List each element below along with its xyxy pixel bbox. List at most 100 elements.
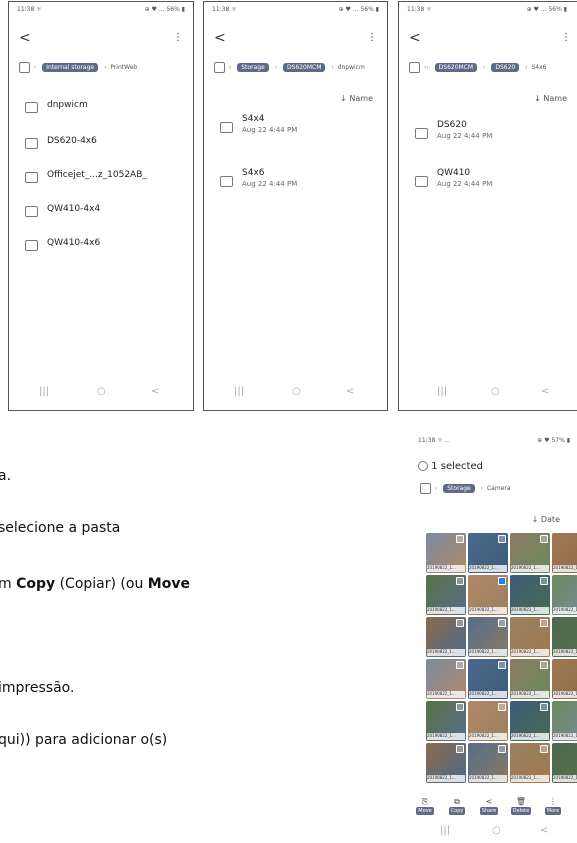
phone-screen-1: 11:38 ☼ ⊕ ♥ ... 56% ▮ < ⋮ › Internal sto… bbox=[8, 1, 194, 411]
photo-thumbnail[interactable]: 20190822_1... bbox=[552, 617, 577, 657]
photo-caption: 20190822_1... bbox=[553, 565, 577, 572]
photo-thumbnail[interactable]: 20190822_1... bbox=[552, 701, 577, 741]
folder-name: QW410 bbox=[437, 168, 471, 178]
sort-by-name-button[interactable]: ↓ Name bbox=[340, 94, 373, 103]
photo-thumbnail[interactable]: 20190822_1... bbox=[468, 533, 508, 573]
photo-thumbnail[interactable]: 20190822_1... bbox=[426, 533, 466, 573]
sort-by-date-button[interactable]: ↓ Date bbox=[532, 515, 560, 524]
back-nav-icon[interactable]: < bbox=[540, 825, 548, 836]
more-options-icon[interactable]: ⋮ bbox=[173, 32, 183, 43]
more-options-icon[interactable]: ⋮ bbox=[367, 32, 377, 43]
breadcrumb-chip[interactable]: Storage bbox=[443, 484, 475, 493]
share-button[interactable]: < Share bbox=[476, 797, 502, 815]
select-checkbox[interactable] bbox=[540, 619, 548, 627]
photo-thumbnail[interactable]: 20190822_1... bbox=[552, 575, 577, 615]
select-checkbox[interactable] bbox=[456, 535, 464, 543]
photo-thumbnail[interactable]: 20190822_1... bbox=[510, 659, 550, 699]
folder-row[interactable]: Officejet_...z_1052AB_ bbox=[25, 170, 185, 188]
back-nav-icon[interactable]: < bbox=[151, 386, 159, 397]
delete-button[interactable]: 🗑 Delete bbox=[508, 797, 534, 815]
photo-thumbnail[interactable]: 20190822_1... bbox=[552, 533, 577, 573]
photo-caption: 20190822_1... bbox=[469, 691, 507, 698]
photo-thumbnail[interactable]: 20190822_1... bbox=[468, 701, 508, 741]
select-checkbox[interactable] bbox=[498, 619, 506, 627]
home-button-icon[interactable]: ○ bbox=[491, 386, 500, 397]
photo-thumbnail[interactable]: 20190822_1... bbox=[468, 659, 508, 699]
select-checkbox[interactable] bbox=[498, 703, 506, 711]
photo-thumbnail[interactable]: 20190822_1... bbox=[510, 575, 550, 615]
select-checkbox[interactable] bbox=[498, 661, 506, 669]
photo-caption: 20190822_1... bbox=[427, 775, 465, 782]
breadcrumb-chip[interactable]: DS620MCM bbox=[282, 63, 326, 72]
copy-button[interactable]: ⧉ Copy bbox=[444, 797, 470, 815]
move-icon: ⎘ bbox=[421, 797, 429, 806]
breadcrumb-chip[interactable]: DS620 bbox=[491, 63, 520, 72]
home-icon[interactable] bbox=[19, 62, 30, 73]
sort-by-name-button[interactable]: ↓ Name bbox=[534, 94, 567, 103]
back-button[interactable]: < bbox=[19, 30, 31, 46]
photo-thumbnail[interactable]: 20190822_1... bbox=[426, 743, 466, 783]
photo-thumbnail[interactable]: 20190822_1... bbox=[552, 743, 577, 783]
select-checkbox[interactable] bbox=[456, 619, 464, 627]
photo-thumbnail[interactable]: 20190822_1... bbox=[552, 659, 577, 699]
breadcrumb-chip[interactable]: Storage bbox=[237, 63, 269, 72]
photo-thumbnail[interactable]: 20190822_1... bbox=[510, 743, 550, 783]
recent-apps-icon[interactable]: ||| bbox=[39, 386, 49, 397]
photo-thumbnail[interactable]: 20190822_1... bbox=[510, 701, 550, 741]
select-checkbox[interactable] bbox=[540, 577, 548, 585]
select-checkbox[interactable] bbox=[456, 661, 464, 669]
folder-row[interactable]: QW410-4x4 bbox=[25, 204, 185, 222]
move-button[interactable]: ⎘ Move bbox=[412, 797, 438, 815]
folder-row[interactable]: S4x4 Aug 22 4:44 PM bbox=[220, 114, 379, 140]
home-button-icon[interactable]: ○ bbox=[97, 386, 106, 397]
back-button[interactable]: < bbox=[214, 30, 226, 46]
photo-thumbnail[interactable]: 20190822_1... bbox=[468, 575, 508, 615]
status-icons: ⊕ ♥ 57% ▮ bbox=[537, 437, 570, 444]
back-button[interactable]: < bbox=[409, 30, 421, 46]
select-checkbox[interactable] bbox=[540, 703, 548, 711]
more-icon: ⋮ bbox=[549, 797, 557, 806]
recent-apps-icon[interactable]: ||| bbox=[437, 386, 447, 397]
photo-thumbnail[interactable]: 20190822_1... bbox=[468, 743, 508, 783]
folder-row[interactable]: S4x6 Aug 22 4:44 PM bbox=[220, 168, 379, 194]
home-icon[interactable] bbox=[420, 483, 431, 494]
photo-thumbnail[interactable]: 20190822_1... bbox=[468, 617, 508, 657]
photo-caption: 20190822_1... bbox=[553, 649, 577, 656]
home-button-icon[interactable]: ○ bbox=[292, 386, 301, 397]
recent-apps-icon[interactable]: ||| bbox=[234, 386, 244, 397]
photo-thumbnail[interactable]: 20190822_1... bbox=[426, 575, 466, 615]
photo-thumbnail[interactable]: 20190822_1... bbox=[426, 659, 466, 699]
more-button[interactable]: ⋮ More bbox=[540, 797, 566, 815]
home-button-icon[interactable]: ○ bbox=[492, 825, 501, 836]
photo-thumbnail[interactable]: 20190822_1... bbox=[510, 617, 550, 657]
breadcrumb: ›› DS620MCM › DS620 › S4x6 bbox=[409, 62, 577, 76]
folder-row[interactable]: DS620-4x6 bbox=[25, 136, 185, 154]
breadcrumb-chip[interactable]: Internal storage bbox=[42, 63, 99, 72]
photo-caption: 20190822_1... bbox=[511, 607, 549, 614]
photo-thumbnail[interactable]: 20190822_1... bbox=[510, 533, 550, 573]
select-checkbox[interactable] bbox=[498, 577, 506, 585]
select-checkbox[interactable] bbox=[540, 535, 548, 543]
back-nav-icon[interactable]: < bbox=[346, 386, 354, 397]
select-checkbox[interactable] bbox=[456, 577, 464, 585]
folder-name: DS620 bbox=[437, 120, 467, 130]
home-icon[interactable] bbox=[409, 62, 420, 73]
select-checkbox[interactable] bbox=[456, 745, 464, 753]
select-checkbox[interactable] bbox=[498, 535, 506, 543]
select-all-checkbox[interactable] bbox=[418, 461, 428, 471]
select-checkbox[interactable] bbox=[456, 703, 464, 711]
more-options-icon[interactable]: ⋮ bbox=[561, 32, 571, 43]
folder-row[interactable]: DS620 Aug 22 4:44 PM bbox=[415, 120, 577, 146]
select-checkbox[interactable] bbox=[540, 661, 548, 669]
folder-row[interactable]: dnpwicm bbox=[25, 100, 185, 118]
folder-row[interactable]: QW410-4x6 bbox=[25, 238, 185, 256]
breadcrumb-chip[interactable]: DS620MCM bbox=[434, 63, 478, 72]
back-nav-icon[interactable]: < bbox=[541, 386, 549, 397]
select-checkbox[interactable] bbox=[498, 745, 506, 753]
select-checkbox[interactable] bbox=[540, 745, 548, 753]
photo-thumbnail[interactable]: 20190822_1... bbox=[426, 701, 466, 741]
folder-row[interactable]: QW410 Aug 22 4:44 PM bbox=[415, 168, 577, 194]
recent-apps-icon[interactable]: ||| bbox=[440, 825, 450, 836]
photo-thumbnail[interactable]: 20190822_1... bbox=[426, 617, 466, 657]
home-icon[interactable] bbox=[214, 62, 225, 73]
